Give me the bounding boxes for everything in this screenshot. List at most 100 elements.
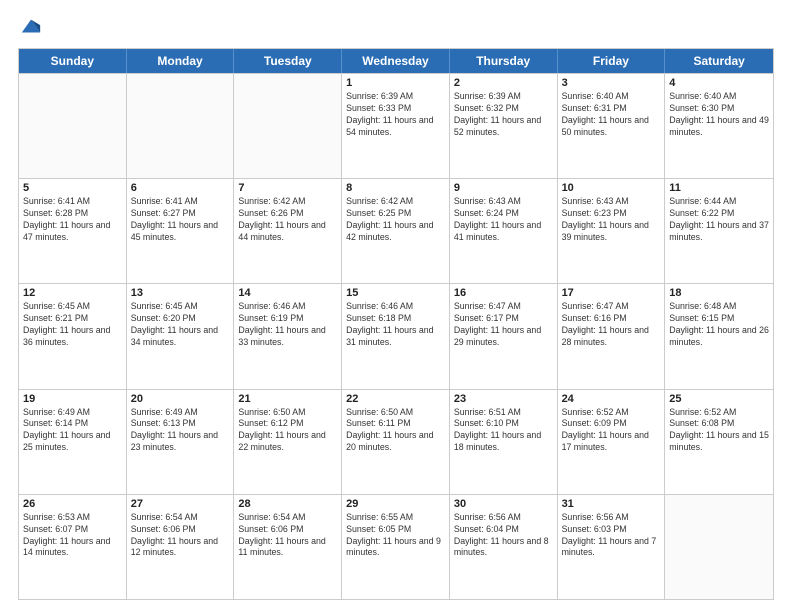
cell-day-number: 9 xyxy=(454,182,553,194)
cell-day-number: 27 xyxy=(131,498,230,510)
cell-info: Sunrise: 6:41 AM Sunset: 6:28 PM Dayligh… xyxy=(23,196,122,244)
cell-day-number: 8 xyxy=(346,182,445,194)
cell-info: Sunrise: 6:42 AM Sunset: 6:26 PM Dayligh… xyxy=(238,196,337,244)
cell-info: Sunrise: 6:42 AM Sunset: 6:25 PM Dayligh… xyxy=(346,196,445,244)
cell-day-number: 26 xyxy=(23,498,122,510)
cell-day-number: 22 xyxy=(346,393,445,405)
calendar-header: SundayMondayTuesdayWednesdayThursdayFrid… xyxy=(19,49,773,73)
cell-info: Sunrise: 6:56 AM Sunset: 6:03 PM Dayligh… xyxy=(562,512,661,560)
cell-info: Sunrise: 6:56 AM Sunset: 6:04 PM Dayligh… xyxy=(454,512,553,560)
cell-day-number: 21 xyxy=(238,393,337,405)
calendar-cell-1-5: 10 Sunrise: 6:43 AM Sunset: 6:23 PM Dayli… xyxy=(558,179,666,283)
calendar-body: 1 Sunrise: 6:39 AM Sunset: 6:33 PM Daylig… xyxy=(19,73,773,599)
cell-info: Sunrise: 6:39 AM Sunset: 6:33 PM Dayligh… xyxy=(346,91,445,139)
calendar-cell-2-1: 13 Sunrise: 6:45 AM Sunset: 6:20 PM Dayli… xyxy=(127,284,235,388)
weekday-header-monday: Monday xyxy=(127,49,235,73)
cell-info: Sunrise: 6:47 AM Sunset: 6:16 PM Dayligh… xyxy=(562,301,661,349)
calendar-cell-3-4: 23 Sunrise: 6:51 AM Sunset: 6:10 PM Dayli… xyxy=(450,390,558,494)
cell-info: Sunrise: 6:46 AM Sunset: 6:18 PM Dayligh… xyxy=(346,301,445,349)
cell-info: Sunrise: 6:48 AM Sunset: 6:15 PM Dayligh… xyxy=(669,301,769,349)
calendar-cell-2-5: 17 Sunrise: 6:47 AM Sunset: 6:16 PM Dayli… xyxy=(558,284,666,388)
calendar-cell-1-0: 5 Sunrise: 6:41 AM Sunset: 6:28 PM Daylig… xyxy=(19,179,127,283)
cell-day-number: 28 xyxy=(238,498,337,510)
cell-info: Sunrise: 6:47 AM Sunset: 6:17 PM Dayligh… xyxy=(454,301,553,349)
cell-day-number: 31 xyxy=(562,498,661,510)
cell-info: Sunrise: 6:44 AM Sunset: 6:22 PM Dayligh… xyxy=(669,196,769,244)
calendar-cell-2-3: 15Sunrise: 6:46 AM Sunset: 6:18 PM Dayli… xyxy=(342,284,450,388)
weekday-header-wednesday: Wednesday xyxy=(342,49,450,73)
calendar-cell-3-5: 24 Sunrise: 6:52 AM Sunset: 6:09 PM Dayli… xyxy=(558,390,666,494)
calendar-cell-4-1: 27 Sunrise: 6:54 AM Sunset: 6:06 PM Dayli… xyxy=(127,495,235,599)
cell-info: Sunrise: 6:41 AM Sunset: 6:27 PM Dayligh… xyxy=(131,196,230,244)
calendar-cell-4-6 xyxy=(665,495,773,599)
weekday-header-friday: Friday xyxy=(558,49,666,73)
calendar-cell-3-6: 25Sunrise: 6:52 AM Sunset: 6:08 PM Dayli… xyxy=(665,390,773,494)
calendar-cell-3-1: 20 Sunrise: 6:49 AM Sunset: 6:13 PM Dayli… xyxy=(127,390,235,494)
cell-info: Sunrise: 6:40 AM Sunset: 6:30 PM Dayligh… xyxy=(669,91,769,139)
calendar-row-2: 12 Sunrise: 6:45 AM Sunset: 6:21 PM Dayli… xyxy=(19,283,773,388)
weekday-header-saturday: Saturday xyxy=(665,49,773,73)
calendar-cell-3-0: 19 Sunrise: 6:49 AM Sunset: 6:14 PM Dayli… xyxy=(19,390,127,494)
header xyxy=(18,16,774,38)
cell-info: Sunrise: 6:50 AM Sunset: 6:11 PM Dayligh… xyxy=(346,407,445,455)
calendar-cell-1-2: 7 Sunrise: 6:42 AM Sunset: 6:26 PM Daylig… xyxy=(234,179,342,283)
cell-info: Sunrise: 6:49 AM Sunset: 6:13 PM Dayligh… xyxy=(131,407,230,455)
cell-day-number: 24 xyxy=(562,393,661,405)
calendar-cell-4-5: 31 Sunrise: 6:56 AM Sunset: 6:03 PM Dayli… xyxy=(558,495,666,599)
cell-info: Sunrise: 6:40 AM Sunset: 6:31 PM Dayligh… xyxy=(562,91,661,139)
cell-day-number: 5 xyxy=(23,182,122,194)
cell-day-number: 25 xyxy=(669,393,769,405)
cell-day-number: 3 xyxy=(562,77,661,89)
cell-info: Sunrise: 6:45 AM Sunset: 6:21 PM Dayligh… xyxy=(23,301,122,349)
calendar-cell-0-3: 1 Sunrise: 6:39 AM Sunset: 6:33 PM Daylig… xyxy=(342,74,450,178)
cell-info: Sunrise: 6:54 AM Sunset: 6:06 PM Dayligh… xyxy=(131,512,230,560)
cell-day-number: 18 xyxy=(669,287,769,299)
calendar-row-1: 5 Sunrise: 6:41 AM Sunset: 6:28 PM Daylig… xyxy=(19,178,773,283)
cell-day-number: 19 xyxy=(23,393,122,405)
calendar-cell-4-2: 28 Sunrise: 6:54 AM Sunset: 6:06 PM Dayli… xyxy=(234,495,342,599)
logo xyxy=(18,16,42,38)
cell-info: Sunrise: 6:54 AM Sunset: 6:06 PM Dayligh… xyxy=(238,512,337,560)
calendar-cell-0-1 xyxy=(127,74,235,178)
cell-day-number: 12 xyxy=(23,287,122,299)
calendar-cell-3-2: 21 Sunrise: 6:50 AM Sunset: 6:12 PM Dayli… xyxy=(234,390,342,494)
cell-info: Sunrise: 6:45 AM Sunset: 6:20 PM Dayligh… xyxy=(131,301,230,349)
cell-day-number: 30 xyxy=(454,498,553,510)
cell-info: Sunrise: 6:49 AM Sunset: 6:14 PM Dayligh… xyxy=(23,407,122,455)
cell-info: Sunrise: 6:39 AM Sunset: 6:32 PM Dayligh… xyxy=(454,91,553,139)
cell-day-number: 13 xyxy=(131,287,230,299)
calendar-cell-1-3: 8 Sunrise: 6:42 AM Sunset: 6:25 PM Daylig… xyxy=(342,179,450,283)
cell-day-number: 4 xyxy=(669,77,769,89)
cell-day-number: 16 xyxy=(454,287,553,299)
cell-info: Sunrise: 6:55 AM Sunset: 6:05 PM Dayligh… xyxy=(346,512,445,560)
cell-info: Sunrise: 6:51 AM Sunset: 6:10 PM Dayligh… xyxy=(454,407,553,455)
weekday-header-thursday: Thursday xyxy=(450,49,558,73)
calendar-cell-1-4: 9Sunrise: 6:43 AM Sunset: 6:24 PM Daylig… xyxy=(450,179,558,283)
calendar-cell-4-0: 26Sunrise: 6:53 AM Sunset: 6:07 PM Dayli… xyxy=(19,495,127,599)
calendar-cell-0-2 xyxy=(234,74,342,178)
cell-info: Sunrise: 6:50 AM Sunset: 6:12 PM Dayligh… xyxy=(238,407,337,455)
calendar-cell-0-0 xyxy=(19,74,127,178)
cell-day-number: 17 xyxy=(562,287,661,299)
calendar-cell-2-4: 16 Sunrise: 6:47 AM Sunset: 6:17 PM Dayli… xyxy=(450,284,558,388)
cell-day-number: 1 xyxy=(346,77,445,89)
cell-info: Sunrise: 6:43 AM Sunset: 6:23 PM Dayligh… xyxy=(562,196,661,244)
logo-icon xyxy=(20,16,42,38)
calendar-cell-3-3: 22 Sunrise: 6:50 AM Sunset: 6:11 PM Dayli… xyxy=(342,390,450,494)
calendar-cell-0-5: 3 Sunrise: 6:40 AM Sunset: 6:31 PM Daylig… xyxy=(558,74,666,178)
cell-info: Sunrise: 6:52 AM Sunset: 6:09 PM Dayligh… xyxy=(562,407,661,455)
cell-day-number: 6 xyxy=(131,182,230,194)
page: SundayMondayTuesdayWednesdayThursdayFrid… xyxy=(0,0,792,612)
cell-day-number: 2 xyxy=(454,77,553,89)
cell-day-number: 7 xyxy=(238,182,337,194)
cell-day-number: 11 xyxy=(669,182,769,194)
cell-day-number: 23 xyxy=(454,393,553,405)
cell-day-number: 20 xyxy=(131,393,230,405)
calendar-cell-4-3: 29Sunrise: 6:55 AM Sunset: 6:05 PM Dayli… xyxy=(342,495,450,599)
calendar-cell-2-0: 12 Sunrise: 6:45 AM Sunset: 6:21 PM Dayli… xyxy=(19,284,127,388)
cell-day-number: 10 xyxy=(562,182,661,194)
calendar-cell-1-1: 6 Sunrise: 6:41 AM Sunset: 6:27 PM Daylig… xyxy=(127,179,235,283)
calendar-cell-2-2: 14Sunrise: 6:46 AM Sunset: 6:19 PM Dayli… xyxy=(234,284,342,388)
calendar-cell-2-6: 18 Sunrise: 6:48 AM Sunset: 6:15 PM Dayli… xyxy=(665,284,773,388)
calendar-cell-0-6: 4 Sunrise: 6:40 AM Sunset: 6:30 PM Daylig… xyxy=(665,74,773,178)
